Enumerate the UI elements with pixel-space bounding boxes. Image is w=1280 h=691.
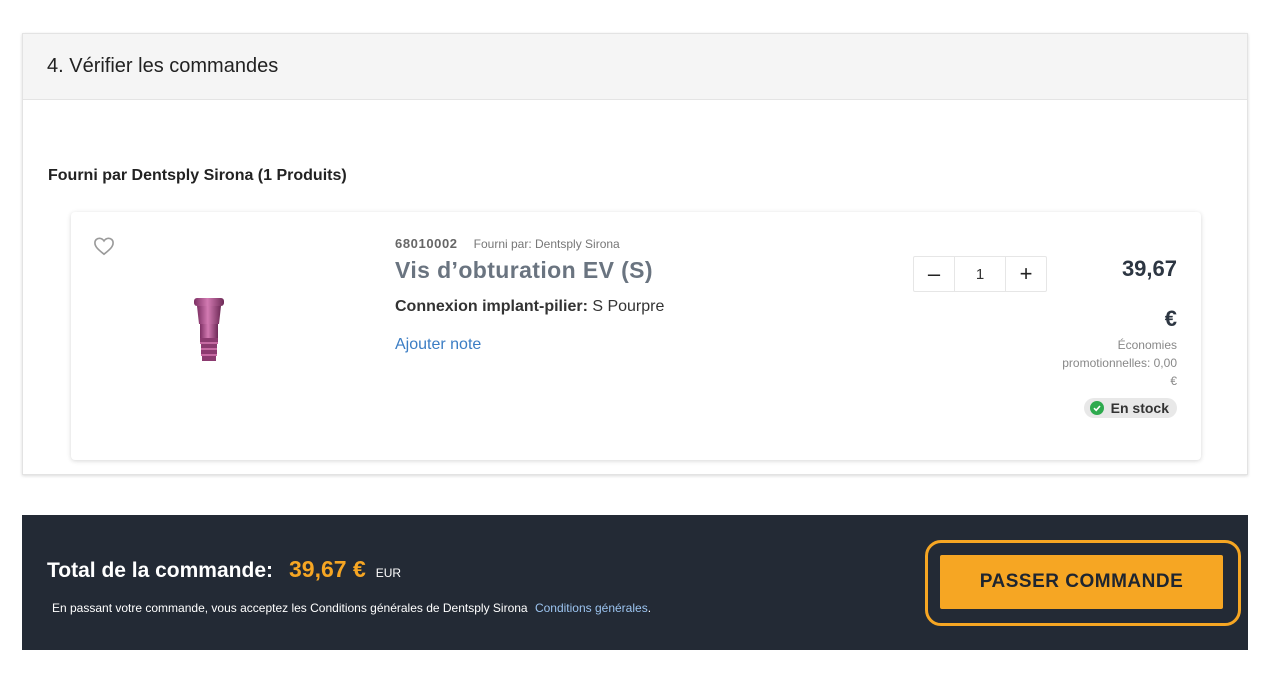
- savings-line: promotionnelles: 0,00: [1062, 356, 1177, 370]
- product-price: 39,67: [1121, 256, 1177, 281]
- attribute-label: Connexion implant-pilier:: [395, 298, 588, 315]
- product-supplier: Fourni par: Dentsply Sirona: [473, 237, 620, 251]
- savings-line: €: [1170, 374, 1177, 388]
- product-info: 68010002 Fourni par: Dentsply Sirona Vis…: [395, 236, 664, 354]
- order-review-section: 4. Vérifier les commandes Fourni par Den…: [22, 33, 1248, 475]
- attribute-value: S Pourpre: [592, 298, 665, 315]
- section-title: 4. Vérifier les commandes: [47, 55, 279, 77]
- quantity-input[interactable]: [954, 257, 1006, 291]
- total-label: Total de la commande:: [47, 559, 273, 582]
- savings-line: Économies: [1117, 338, 1177, 352]
- order-summary-bar: Total de la commande: 39,67 € EUR En pas…: [22, 515, 1248, 650]
- decrease-quantity-button[interactable]: –: [914, 257, 954, 291]
- terms-end: .: [647, 601, 652, 615]
- place-order-button[interactable]: PASSER COMMANDE: [940, 555, 1223, 609]
- stock-status-badge: En stock: [1083, 398, 1177, 418]
- price-column: 39,67 € Économies promotionnelles: 0,00 …: [1027, 256, 1177, 418]
- promo-savings: Économies promotionnelles: 0,00 €: [1027, 336, 1177, 390]
- total-currency-code: EUR: [375, 566, 402, 580]
- order-total: Total de la commande: 39,67 € EUR: [47, 556, 401, 583]
- stock-label: En stock: [1110, 400, 1169, 416]
- terms-text: En passant votre commande, vous acceptez…: [52, 601, 528, 615]
- terms-link[interactable]: Conditions générales: [535, 601, 648, 615]
- product-card: 68010002 Fourni par: Dentsply Sirona Vis…: [71, 212, 1201, 460]
- section-header: 4. Vérifier les commandes: [23, 34, 1247, 100]
- check-circle-icon: [1089, 401, 1104, 415]
- product-name[interactable]: Vis d’obturation EV (S): [395, 257, 664, 284]
- product-image[interactable]: [189, 298, 229, 364]
- heart-outline-icon[interactable]: [93, 236, 115, 256]
- product-attribute: Connexion implant-pilier: S Pourpre: [395, 298, 664, 316]
- product-sku: 68010002: [395, 236, 458, 251]
- terms-notice: En passant votre commande, vous acceptez…: [52, 601, 651, 615]
- supplier-group-title: Fourni par Dentsply Sirona (1 Produits): [48, 167, 347, 184]
- price-currency: €: [1164, 306, 1177, 331]
- total-amount: 39,67 €: [289, 556, 366, 582]
- add-note-link[interactable]: Ajouter note: [395, 336, 481, 354]
